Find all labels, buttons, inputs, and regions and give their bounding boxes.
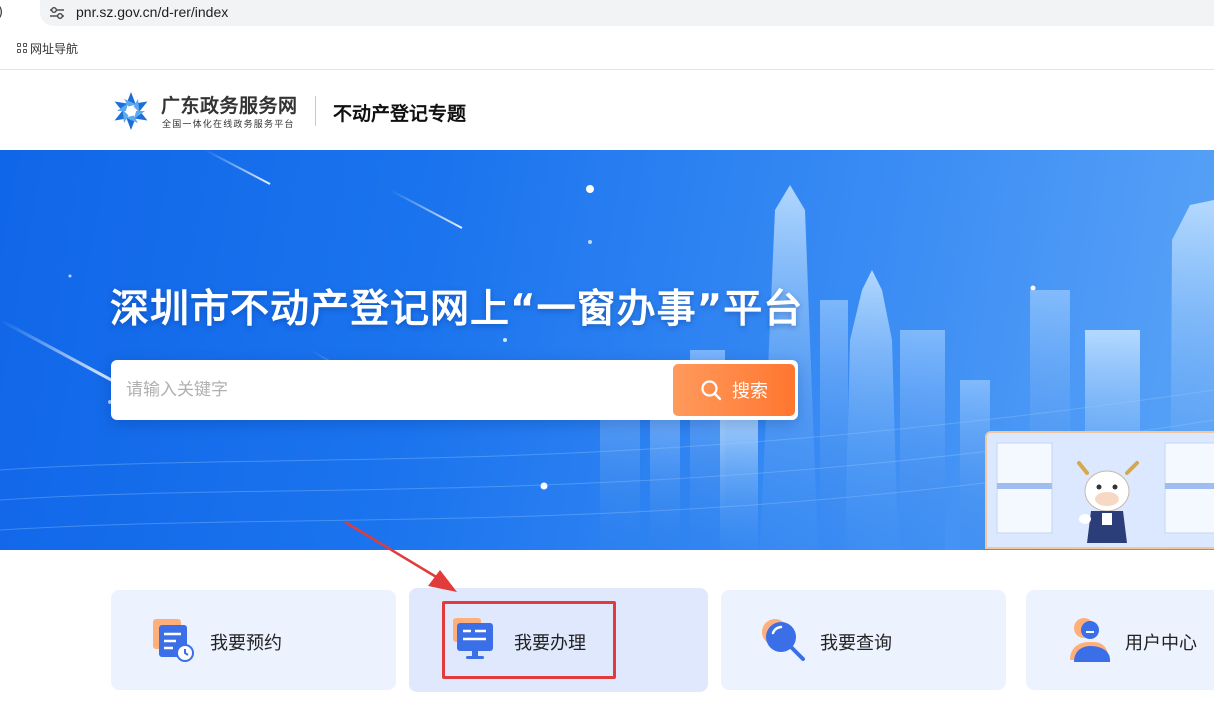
search-button-label: 搜索 (732, 381, 768, 402)
card-label: 我要查询 (820, 633, 892, 654)
card-label: 我要预约 (210, 633, 282, 654)
brand-subtitle: 全国一体化在线政务服务平台 (162, 120, 295, 130)
mascot-panel[interactable] (985, 431, 1214, 549)
card-query[interactable]: 我要查询 (721, 590, 1006, 690)
gd-gov-logo-icon[interactable] (110, 90, 152, 132)
url-text[interactable]: pnr.sz.gov.cn/d-rer/index (76, 4, 228, 20)
apps-grid-icon (17, 43, 27, 53)
brand-name[interactable]: 广东政务服务网 (161, 91, 298, 118)
magnifier-icon (762, 619, 805, 661)
hero-banner: 深圳市不动产登记网上“一窗办事”平台 搜索 (0, 150, 1214, 550)
topic-title: 不动产登记专题 (333, 103, 467, 125)
search-icon (701, 380, 722, 401)
browser-address-bar: ) pnr.sz.gov.cn/d-rer/index (0, 0, 1214, 28)
monitor-form-icon (453, 618, 493, 659)
mascot-cow-icon (987, 433, 1214, 547)
card-user-center[interactable]: 用户中心 (1026, 590, 1214, 690)
card-handle[interactable]: 我要办理 (409, 588, 708, 692)
search-box: 搜索 (111, 360, 798, 420)
search-button[interactable]: 搜索 (673, 364, 795, 416)
bookmark-item-nav[interactable]: 网址导航 (17, 40, 78, 56)
user-icon (1070, 618, 1110, 662)
back-icon[interactable]: ) (0, 5, 3, 20)
header-divider (315, 96, 316, 126)
card-label: 用户中心 (1125, 633, 1197, 654)
card-label: 我要办理 (514, 633, 586, 654)
search-input[interactable] (111, 360, 671, 420)
bookmarks-bar: 网址导航 (0, 28, 1214, 70)
card-appointment[interactable]: 我要预约 (111, 590, 396, 690)
hero-title: 深圳市不动产登记网上“一窗办事”平台 (110, 287, 804, 332)
site-settings-icon[interactable] (49, 6, 65, 20)
calendar-clock-icon (153, 619, 194, 662)
site-header: 广东政务服务网 全国一体化在线政务服务平台 不动产登记专题 (0, 71, 1214, 150)
bookmark-label: 网址导航 (30, 41, 79, 56)
